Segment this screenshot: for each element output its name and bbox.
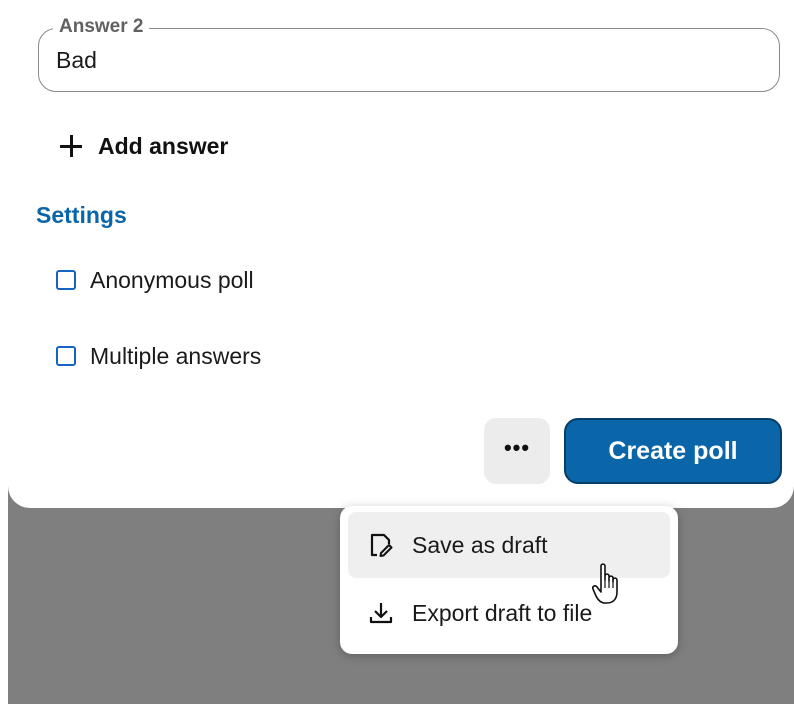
more-options-menu: Save as draft Export draft to file — [340, 506, 678, 654]
save-draft-icon — [368, 532, 394, 558]
multiple-answers-option[interactable]: Multiple answers — [56, 340, 261, 372]
more-options-button[interactable]: ••• — [484, 418, 550, 484]
download-icon — [368, 600, 394, 626]
add-answer-button[interactable]: Add answer — [58, 128, 228, 164]
multiple-answers-checkbox[interactable] — [56, 346, 76, 366]
ellipsis-icon: ••• — [503, 435, 531, 460]
export-draft-label: Export draft to file — [412, 599, 593, 626]
answer-2-field[interactable]: Answer 2 Bad — [38, 16, 780, 92]
menu-item-save-as-draft[interactable]: Save as draft — [348, 512, 670, 578]
poll-dialog: Answer 2 Bad Add answer Settings Anonymo… — [8, 0, 794, 508]
anonymous-poll-checkbox[interactable] — [56, 270, 76, 290]
save-as-draft-label: Save as draft — [412, 531, 548, 558]
multiple-answers-label[interactable]: Multiple answers — [90, 340, 261, 372]
settings-heading: Settings — [36, 202, 127, 228]
plus-icon — [58, 133, 84, 159]
add-answer-label: Add answer — [98, 132, 229, 159]
menu-item-export-draft[interactable]: Export draft to file — [348, 580, 670, 646]
anonymous-poll-option[interactable]: Anonymous poll — [56, 264, 254, 296]
create-poll-button[interactable]: Create poll — [564, 418, 782, 484]
answer-2-legend: Answer 2 — [53, 16, 150, 38]
answer-2-value[interactable]: Bad — [56, 46, 97, 74]
anonymous-poll-label[interactable]: Anonymous poll — [90, 264, 254, 296]
